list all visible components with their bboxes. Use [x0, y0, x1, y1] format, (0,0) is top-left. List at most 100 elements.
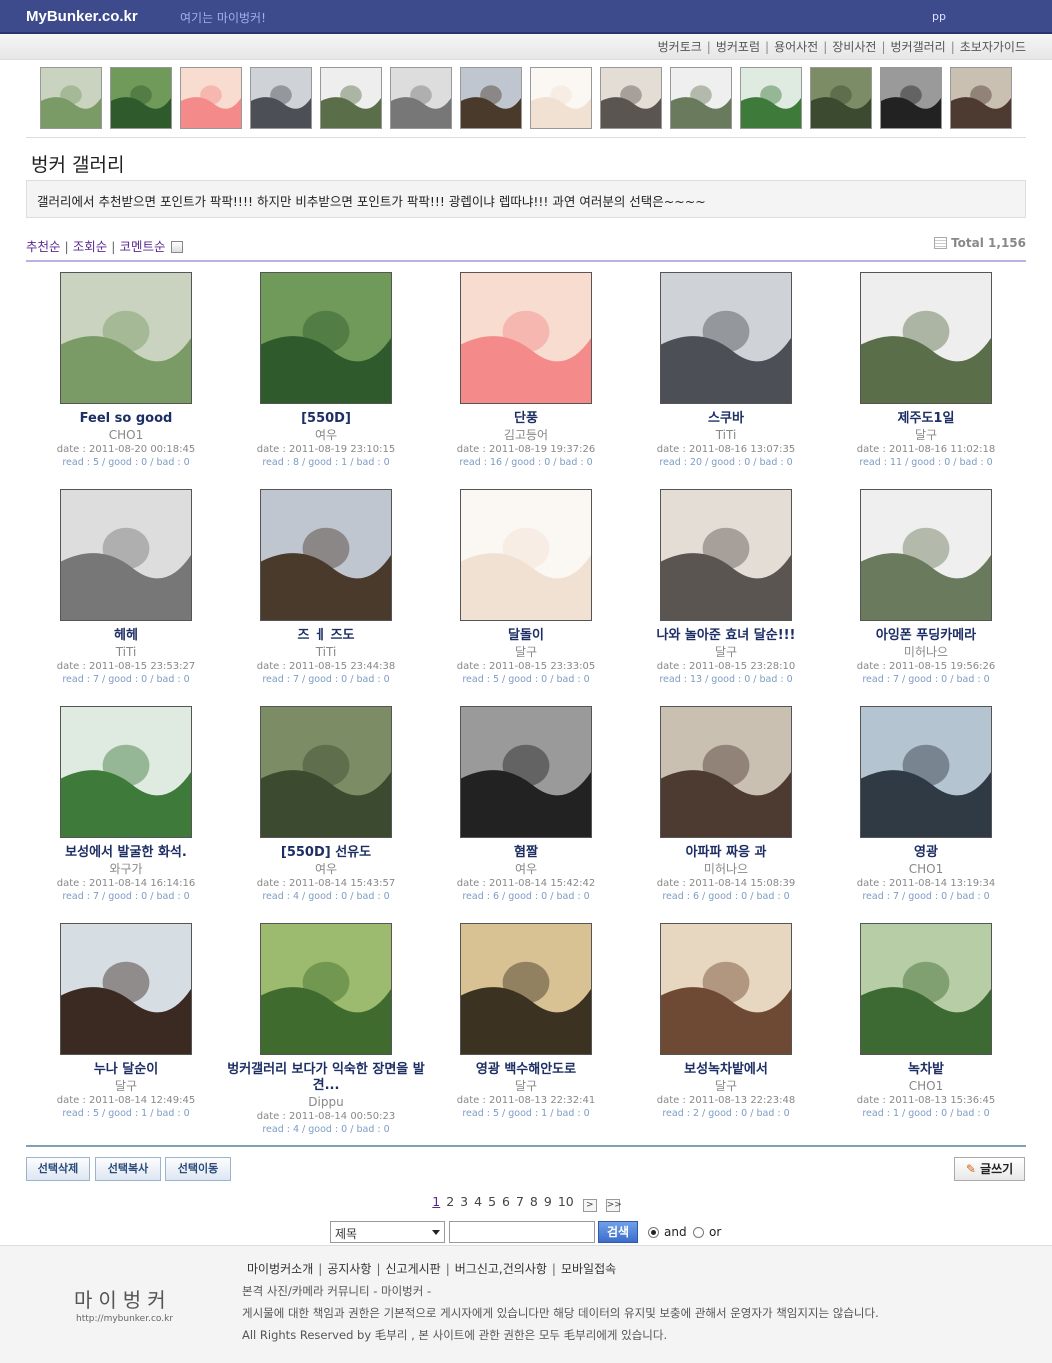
gallery-item-author[interactable]: 달구: [426, 644, 626, 660]
submenu-item-bunker-talk[interactable]: 벙커토크: [658, 40, 702, 54]
footer-link-notice[interactable]: 공지사항: [327, 1262, 371, 1276]
gallery-item-title[interactable]: 스쿠바: [626, 411, 826, 427]
gallery-item-title[interactable]: 헤헤: [26, 628, 226, 644]
last-page-button[interactable]: >>: [605, 1199, 622, 1212]
copy-selected-button[interactable]: 선택복사: [95, 1157, 161, 1181]
move-selected-button[interactable]: 선택이동: [165, 1157, 231, 1181]
gallery-item-author[interactable]: CHO1: [26, 427, 226, 443]
gallery-item-title[interactable]: [550D] 선유도: [226, 845, 426, 861]
gallery-photo[interactable]: [660, 272, 792, 404]
strip-thumbnail[interactable]: [390, 67, 452, 129]
gallery-item-title[interactable]: [550D]: [226, 411, 426, 427]
strip-thumbnail[interactable]: [530, 67, 592, 129]
gallery-item-title[interactable]: Feel so good: [26, 411, 226, 427]
gallery-photo[interactable]: [260, 272, 392, 404]
page-link[interactable]: 5: [488, 1194, 496, 1209]
gallery-photo[interactable]: [460, 489, 592, 621]
submenu-item-glossary[interactable]: 용어사전: [774, 40, 818, 54]
gallery-item-title[interactable]: 영광 백수해안도로: [426, 1062, 626, 1078]
page-link[interactable]: 7: [516, 1194, 524, 1209]
strip-thumbnail[interactable]: [180, 67, 242, 129]
gallery-item-title[interactable]: 제주도1일: [826, 411, 1026, 427]
site-logo[interactable]: MyBunker.co.kr: [26, 8, 138, 25]
strip-thumbnail[interactable]: [810, 67, 872, 129]
gallery-item-author[interactable]: 달구: [626, 644, 826, 660]
sort-by-comments[interactable]: 코멘트순: [119, 239, 165, 254]
search-input[interactable]: [449, 1221, 595, 1243]
strip-thumbnail[interactable]: [320, 67, 382, 129]
sort-by-views[interactable]: 조회순: [73, 239, 108, 254]
gallery-item-author[interactable]: 와구가: [26, 861, 226, 877]
user-name[interactable]: pp: [932, 10, 946, 23]
gallery-item-title[interactable]: 누나 달순이: [26, 1062, 226, 1078]
gallery-item-title[interactable]: 달돌이: [426, 628, 626, 644]
gallery-item-title[interactable]: 아파파 짜응 과: [626, 845, 826, 861]
page-link[interactable]: 8: [530, 1194, 538, 1209]
search-button[interactable]: 검색: [598, 1221, 638, 1243]
gallery-item-author[interactable]: CHO1: [826, 1078, 1026, 1094]
footer-link-bug-report[interactable]: 버그신고,건의사항: [455, 1262, 547, 1276]
page-link[interactable]: 1: [432, 1194, 440, 1209]
strip-thumbnail[interactable]: [40, 67, 102, 129]
page-link[interactable]: 3: [460, 1194, 468, 1209]
strip-thumbnail[interactable]: [740, 67, 802, 129]
gallery-photo[interactable]: [60, 706, 192, 838]
write-button[interactable]: ✎ 글쓰기: [954, 1157, 1025, 1181]
page-link[interactable]: 10: [558, 1194, 574, 1209]
strip-thumbnail[interactable]: [950, 67, 1012, 129]
gallery-photo[interactable]: [660, 923, 792, 1055]
gallery-item-title[interactable]: 단풍: [426, 411, 626, 427]
submenu-item-gallery[interactable]: 벙커갤러리: [891, 40, 946, 54]
gallery-item-author[interactable]: TiTi: [226, 644, 426, 660]
strip-thumbnail[interactable]: [600, 67, 662, 129]
footer-link-report[interactable]: 신고게시판: [386, 1262, 441, 1276]
gallery-item-title[interactable]: 보성녹차밭에서: [626, 1062, 826, 1078]
gallery-photo[interactable]: [260, 489, 392, 621]
submenu-item-equipment[interactable]: 장비사전: [832, 40, 876, 54]
gallery-photo[interactable]: [260, 706, 392, 838]
gallery-item-author[interactable]: 달구: [626, 1078, 826, 1094]
gallery-photo[interactable]: [60, 272, 192, 404]
delete-selected-button[interactable]: 선택삭제: [26, 1157, 90, 1181]
page-link[interactable]: 6: [502, 1194, 510, 1209]
gallery-item-title[interactable]: 즈 ㅔ 즈도: [226, 628, 426, 644]
gallery-item-author[interactable]: 여우: [426, 861, 626, 877]
strip-thumbnail[interactable]: [110, 67, 172, 129]
submenu-item-beginner-guide[interactable]: 초보자가이드: [960, 40, 1026, 54]
gallery-item-title[interactable]: 영광: [826, 845, 1026, 861]
gallery-photo[interactable]: [660, 489, 792, 621]
gallery-item-author[interactable]: 미허나으: [826, 644, 1026, 660]
strip-thumbnail[interactable]: [250, 67, 312, 129]
and-radio[interactable]: [648, 1227, 659, 1238]
page-link[interactable]: 9: [544, 1194, 552, 1209]
gallery-photo[interactable]: [860, 923, 992, 1055]
gallery-item-author[interactable]: 여우: [226, 861, 426, 877]
gallery-item-author[interactable]: 김고등어: [426, 427, 626, 443]
gallery-item-author[interactable]: CHO1: [826, 861, 1026, 877]
strip-thumbnail[interactable]: [880, 67, 942, 129]
gallery-photo[interactable]: [460, 706, 592, 838]
gallery-item-title[interactable]: 혐짤: [426, 845, 626, 861]
gallery-item-author[interactable]: Dippu: [226, 1094, 426, 1110]
gallery-photo[interactable]: [60, 489, 192, 621]
gallery-photo[interactable]: [460, 272, 592, 404]
gallery-item-author[interactable]: 달구: [826, 427, 1026, 443]
gallery-item-author[interactable]: 달구: [426, 1078, 626, 1094]
gallery-item-author[interactable]: 미허나으: [626, 861, 826, 877]
gallery-photo[interactable]: [60, 923, 192, 1055]
gallery-item-title[interactable]: 벙커갤러리 보다가 익숙한 장면을 발견...: [226, 1062, 426, 1094]
gallery-item-author[interactable]: TiTi: [26, 644, 226, 660]
footer-link-about[interactable]: 마이벙커소개: [247, 1262, 313, 1276]
gallery-photo[interactable]: [460, 923, 592, 1055]
gallery-item-title[interactable]: 나와 놀아준 효녀 달순!!!: [626, 628, 826, 644]
strip-thumbnail[interactable]: [460, 67, 522, 129]
submenu-item-bunker-forum[interactable]: 벙커포럼: [716, 40, 760, 54]
sort-by-recommend[interactable]: 추천순: [26, 239, 61, 254]
gallery-item-title[interactable]: 녹차밭: [826, 1062, 1026, 1078]
gallery-photo[interactable]: [860, 272, 992, 404]
search-field-select[interactable]: 제목: [330, 1221, 445, 1243]
gallery-photo[interactable]: [860, 706, 992, 838]
page-link[interactable]: 2: [446, 1194, 454, 1209]
gallery-item-author[interactable]: 달구: [26, 1078, 226, 1094]
gallery-item-author[interactable]: TiTi: [626, 427, 826, 443]
